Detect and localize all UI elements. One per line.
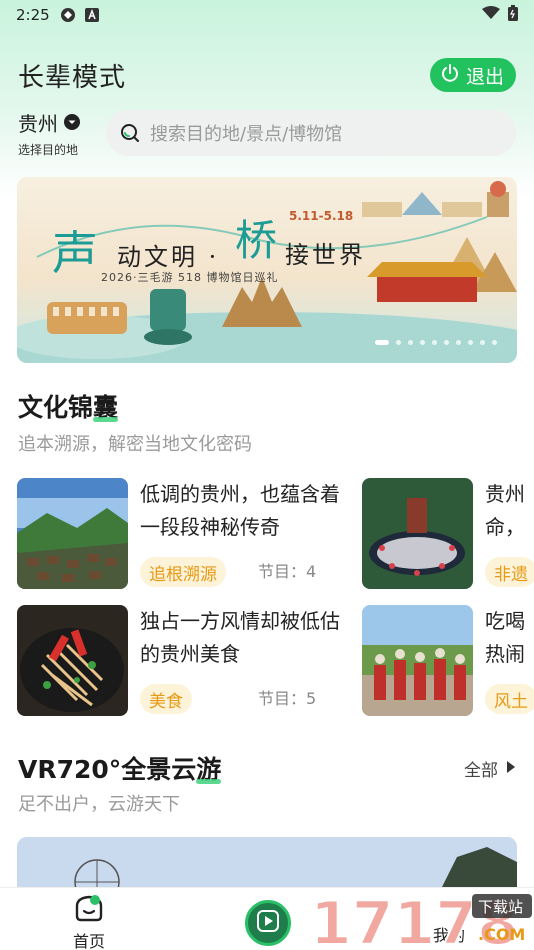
- banner-title-part4: 接世界: [285, 241, 366, 269]
- culture-card-3[interactable]: 独占一方风情却被低估的贵州美食 美食 节目：5: [17, 605, 350, 716]
- card-episode-count: 节目：5: [258, 689, 317, 708]
- culture-title-highlight: 囊: [93, 393, 119, 422]
- card-title: 低调的贵州，也蕴含着一段段神秘传奇: [140, 482, 340, 539]
- watermark-domain: .COM: [478, 925, 525, 944]
- city-hint: 选择目的地: [18, 143, 79, 157]
- card-title: 贵州命，: [485, 482, 525, 539]
- see-all-button[interactable]: 全部: [464, 756, 516, 781]
- search-placeholder: 搜索目的地/景点/博物馆: [150, 124, 343, 145]
- power-icon: [440, 63, 460, 88]
- dropdown-icon: [64, 111, 80, 135]
- app-notification-icon: [60, 7, 76, 23]
- banner-dot[interactable]: [444, 340, 449, 345]
- banner-dot[interactable]: [456, 340, 461, 345]
- card-image: [362, 605, 473, 716]
- culture-card-2[interactable]: 贵州命， 非遗: [362, 478, 534, 589]
- banner-title-part1: 声: [52, 226, 98, 280]
- chevron-right-icon: [506, 759, 516, 779]
- card-episode-count: 节目：4: [258, 562, 317, 581]
- banner-title-part2: 动文明 ·: [117, 243, 220, 271]
- vr-title-text: VR720°全景云: [18, 755, 197, 784]
- banner-dot[interactable]: [396, 340, 401, 345]
- banner-subtitle: 2026·三毛游 518 博物馆日巡礼: [101, 271, 279, 284]
- header: 长辈模式 退出: [18, 55, 516, 95]
- battery-icon: [508, 5, 518, 25]
- exit-button[interactable]: 退出: [429, 58, 516, 92]
- search-icon: [120, 123, 140, 143]
- banner-dot[interactable]: [468, 340, 473, 345]
- tab-home-label: 首页: [72, 932, 105, 950]
- card-image: [17, 605, 128, 716]
- banner-dot[interactable]: [432, 340, 437, 345]
- page-title: 长辈模式: [18, 62, 127, 93]
- location-search-row: 贵州 选择目的地 搜索目的地/景点/博物馆: [18, 108, 516, 158]
- site-watermark: 17178 下载站 .COM: [309, 888, 534, 950]
- banner-dot[interactable]: [408, 340, 413, 345]
- play-icon: [257, 910, 279, 936]
- home-icon: [74, 895, 104, 926]
- card-tag: 追根溯源: [140, 557, 226, 587]
- culture-card-1[interactable]: 低调的贵州，也蕴含着一段段神秘传奇 追根溯源 节目：4: [17, 478, 350, 589]
- culture-section-subtitle: 追本溯源，解密当地文化密码: [18, 434, 252, 455]
- culture-title-text: 文化锦: [18, 393, 94, 422]
- banner-dot[interactable]: [480, 340, 485, 345]
- promo-banner[interactable]: 声 动文明 · 桥 5.11-5.18 接世界 2026·三毛游 518 博物馆…: [17, 177, 517, 363]
- see-all-label: 全部: [464, 761, 498, 781]
- culture-section-title: 文化锦囊: [18, 388, 118, 424]
- city-name: 贵州: [18, 112, 58, 136]
- banner-pagination: [375, 340, 497, 345]
- status-bar: 2:25: [0, 0, 534, 30]
- search-input[interactable]: 搜索目的地/景点/博物馆: [106, 110, 516, 156]
- tab-play-button[interactable]: [245, 900, 291, 946]
- banner-dot[interactable]: [492, 340, 497, 345]
- banner-date: 5.11-5.18: [289, 209, 354, 223]
- card-image: [17, 478, 128, 589]
- banner-dot[interactable]: [375, 340, 389, 345]
- card-title: 独占一方风情却被低估的贵州美食: [140, 609, 340, 666]
- header-gradient: [0, 0, 534, 200]
- card-image: [362, 478, 473, 589]
- vr-section-subtitle: 足不出户，云游天下: [18, 794, 180, 815]
- vr-title-highlight: 游: [196, 755, 222, 784]
- wifi-icon: [482, 6, 500, 24]
- a-notification-icon: [84, 7, 100, 23]
- tab-home[interactable]: 首页: [66, 894, 112, 950]
- vr-section-title: VR720°全景云游: [18, 750, 221, 786]
- card-title: 吃喝热闹: [485, 609, 525, 666]
- banner-title-part3: 桥: [235, 216, 278, 265]
- card-tag: 风土: [485, 684, 534, 714]
- card-tag: 美食: [140, 684, 192, 714]
- status-time: 2:25: [16, 6, 50, 24]
- city-selector[interactable]: 贵州 选择目的地: [18, 108, 94, 158]
- card-tag: 非遗: [485, 557, 534, 587]
- status-right: [482, 5, 518, 25]
- culture-card-4[interactable]: 吃喝热闹 风土: [362, 605, 534, 716]
- banner-dot[interactable]: [420, 340, 425, 345]
- watermark-badge: 下载站: [478, 898, 523, 916]
- exit-label: 退出: [465, 65, 504, 88]
